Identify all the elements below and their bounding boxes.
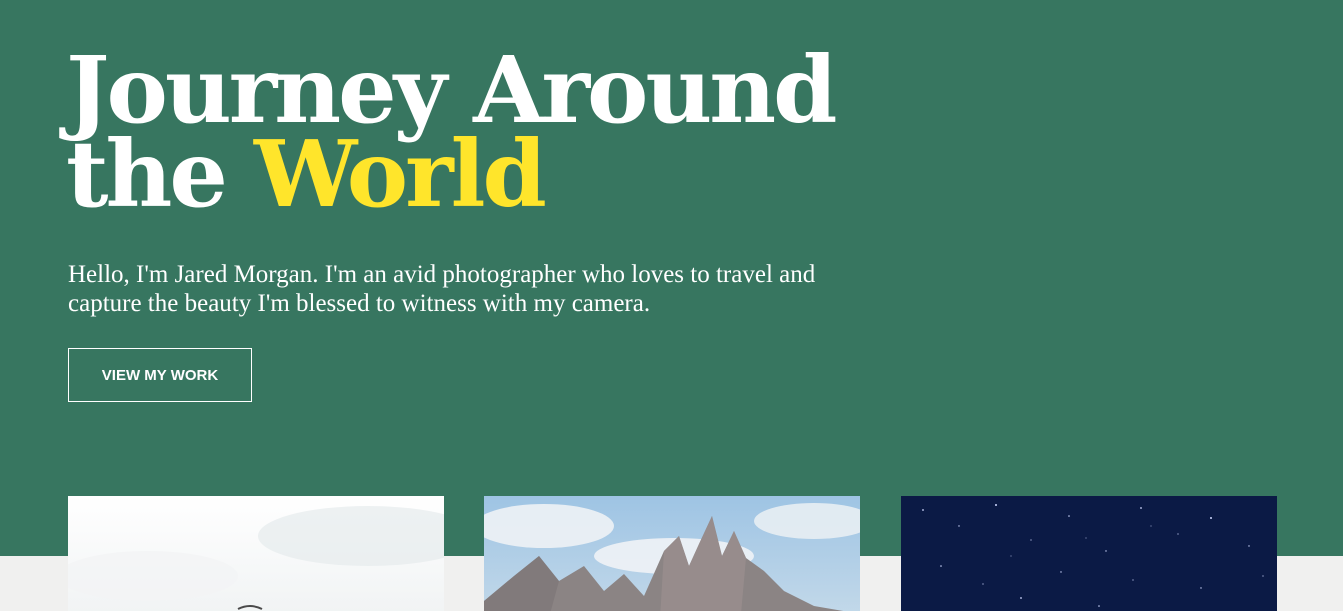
misty-landscape-photo: [68, 496, 444, 611]
hero-intro-text: Hello, I'm Jared Morgan. I'm an avid pho…: [68, 261, 816, 317]
gallery-photo-2[interactable]: [484, 496, 860, 611]
hero-title-accent: World: [253, 120, 547, 228]
starry-night-sky-photo: [901, 496, 1277, 611]
view-my-work-button[interactable]: VIEW MY WORK: [68, 348, 252, 402]
hero-title-line2-prefix: the: [66, 120, 254, 228]
gallery-photo-3[interactable]: [901, 496, 1277, 611]
gallery-photo-1[interactable]: [68, 496, 444, 611]
mountain-peaks-photo: [484, 496, 860, 611]
hero-section: Journey Around the World Hello, I'm Jared…: [0, 0, 1343, 556]
hero-title: Journey Around the World: [66, 44, 837, 220]
